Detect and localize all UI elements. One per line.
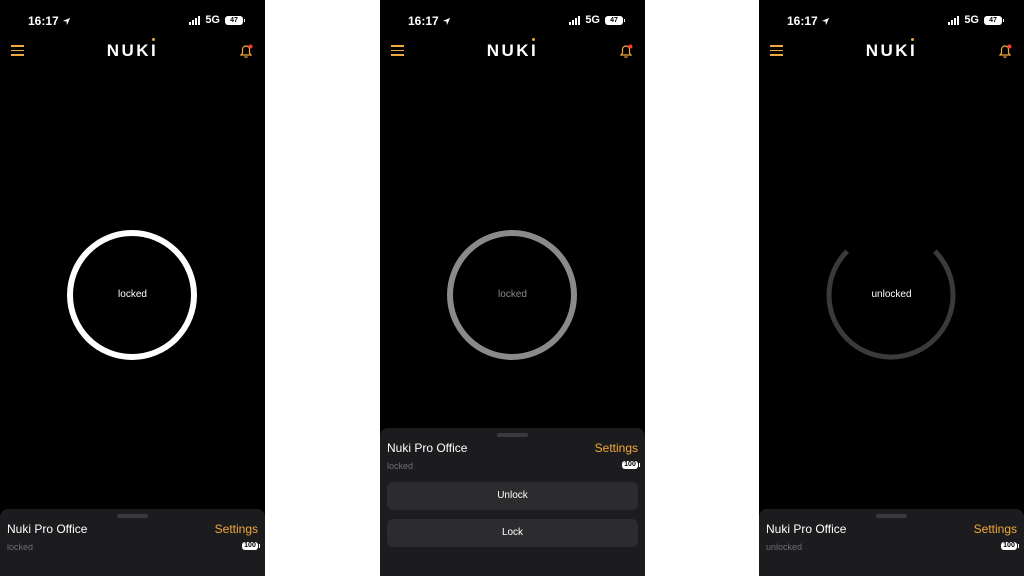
phone-screen-locked: 16:17 5G 47 NUKI locked Nuki Pro Office … xyxy=(0,0,265,576)
device-name: Nuki Pro Office xyxy=(7,522,88,536)
device-sheet[interactable]: Nuki Pro Office Settings unlocked 100 xyxy=(759,509,1024,576)
status-indicators: 5G 47 xyxy=(948,14,1004,26)
logo-dot xyxy=(911,38,914,41)
device-name: Nuki Pro Office xyxy=(766,522,847,536)
device-state: locked xyxy=(7,542,34,552)
phone-screen-unlocked: 16:17 5G 47 NUKI unlocked Nuki Pro Offic… xyxy=(759,0,1024,576)
location-arrow-icon xyxy=(821,17,829,25)
status-bar: 16:17 5G 47 xyxy=(0,0,265,42)
sheet-handle[interactable] xyxy=(497,433,528,437)
location-arrow-icon xyxy=(62,17,70,25)
signal-icon xyxy=(569,15,581,25)
nuki-logo: NUKI xyxy=(865,41,918,60)
device-sheet[interactable]: Nuki Pro Office Settings locked 100 xyxy=(0,509,265,576)
bell-icon[interactable] xyxy=(238,43,254,59)
nuki-logo: NUKI xyxy=(486,41,539,60)
status-indicators: 5G 47 xyxy=(189,14,245,26)
status-time: 16:17 xyxy=(28,14,71,28)
device-name: Nuki Pro Office xyxy=(387,441,468,455)
bell-icon[interactable] xyxy=(997,43,1013,59)
settings-link[interactable]: Settings xyxy=(215,522,258,536)
network-label: 5G xyxy=(964,14,979,26)
ring-state-label: unlocked xyxy=(871,289,912,300)
device-battery-badge: 100 xyxy=(1001,542,1019,550)
device-battery-badge: 100 xyxy=(242,542,260,550)
sheet-handle[interactable] xyxy=(117,514,148,518)
status-bar: 16:17 5G 47 xyxy=(759,0,1024,42)
bell-icon[interactable] xyxy=(618,43,634,59)
network-label: 5G xyxy=(205,14,220,26)
battery-icon: 47 xyxy=(605,15,625,25)
settings-link[interactable]: Settings xyxy=(974,522,1017,536)
device-state: locked xyxy=(387,461,414,471)
unlock-button[interactable]: Unlock xyxy=(387,482,638,510)
location-arrow-icon xyxy=(442,17,450,25)
status-bar: 16:17 5G 47 xyxy=(380,0,645,42)
ring-state-label: locked xyxy=(118,289,147,300)
signal-icon xyxy=(189,15,201,25)
status-indicators: 5G 47 xyxy=(569,14,625,26)
status-time: 16:17 xyxy=(408,14,451,28)
ring-state-label: locked xyxy=(498,289,527,300)
device-sheet-expanded[interactable]: Nuki Pro Office Settings locked 100 Unlo… xyxy=(380,428,645,576)
device-state: unlocked xyxy=(766,542,803,552)
lock-button[interactable]: Lock xyxy=(387,519,638,547)
settings-link[interactable]: Settings xyxy=(595,441,638,455)
sheet-handle[interactable] xyxy=(876,514,907,518)
battery-icon: 47 xyxy=(225,15,245,25)
network-label: 5G xyxy=(585,14,600,26)
phone-screen-actions: 16:17 5G 47 NUKI locked Nuki Pro Office … xyxy=(380,0,645,576)
status-time: 16:17 xyxy=(787,14,830,28)
signal-icon xyxy=(948,15,960,25)
nuki-logo: NUKI xyxy=(106,41,159,60)
device-battery-badge: 100 xyxy=(622,461,640,469)
logo-dot xyxy=(152,38,155,41)
battery-icon: 47 xyxy=(984,15,1004,25)
logo-dot xyxy=(532,38,535,41)
